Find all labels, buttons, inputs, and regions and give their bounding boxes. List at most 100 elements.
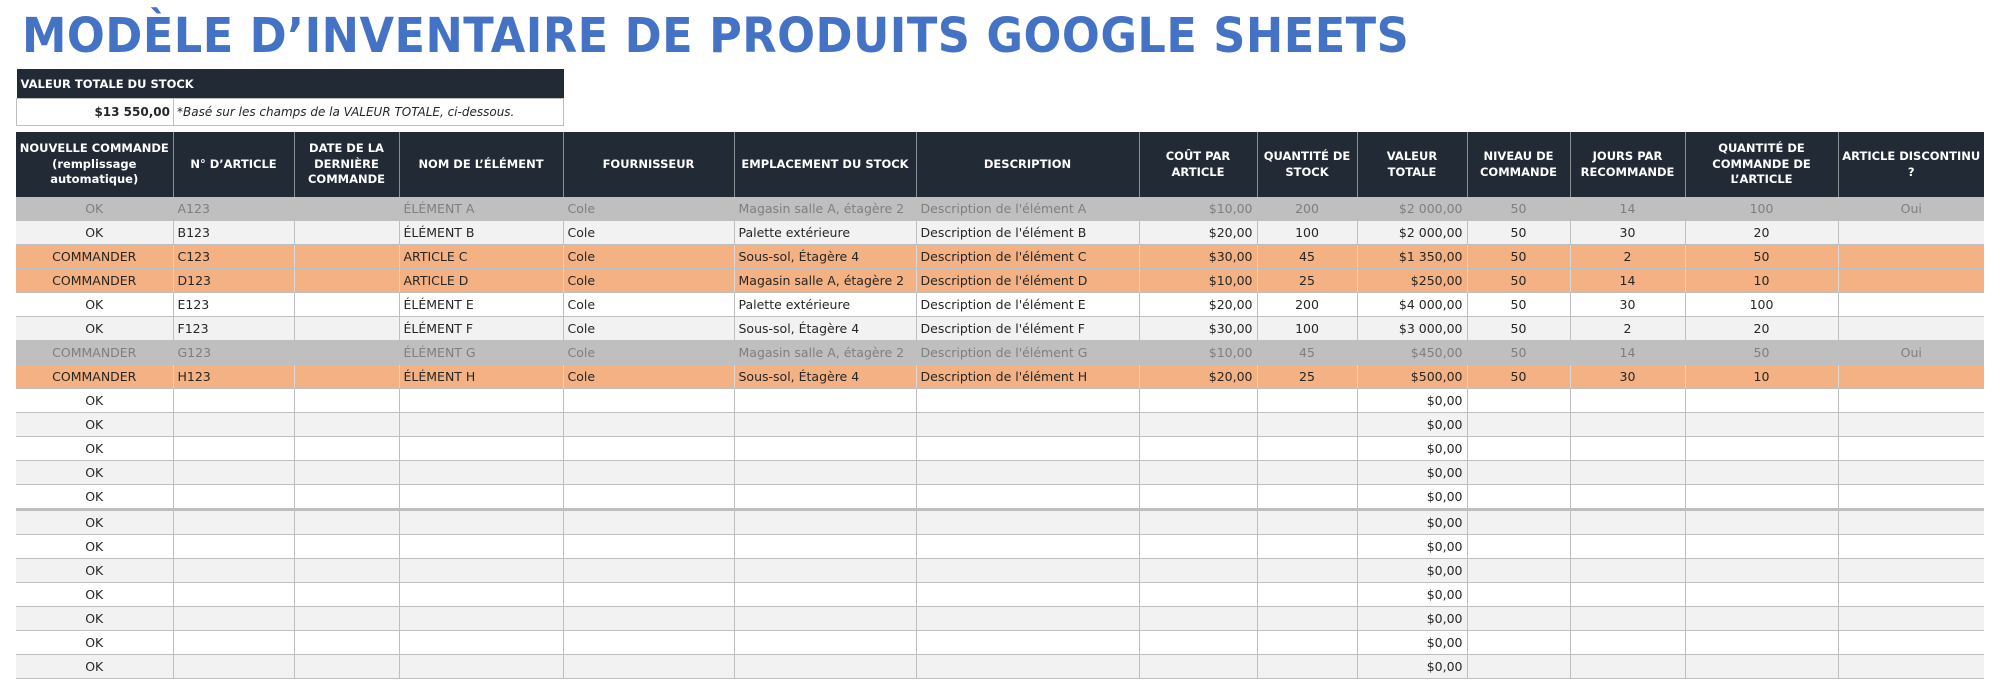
cell-item-name[interactable]: ARTICLE C	[399, 244, 564, 269]
cell-item-number[interactable]	[173, 582, 295, 607]
cell-reorder-status[interactable]: OK	[16, 197, 174, 221]
cell-reorder-days[interactable]	[1570, 484, 1686, 511]
cell-description[interactable]: Description de l'élément H	[916, 364, 1140, 389]
cell-total-value[interactable]: $0,00	[1357, 412, 1468, 437]
cell-item-name[interactable]	[399, 484, 564, 511]
cell-last-order-date[interactable]	[294, 292, 400, 317]
cell-discontinued[interactable]	[1838, 582, 1984, 607]
col-header-location[interactable]: EMPLACEMENT DU STOCK	[734, 132, 917, 197]
col-header-item-number[interactable]: N° D’ARTICLE	[173, 132, 295, 197]
cell-location[interactable]	[734, 582, 917, 607]
col-header-total-value[interactable]: VALEUR TOTALE	[1357, 132, 1468, 197]
cell-item-name[interactable]: ARTICLE D	[399, 268, 564, 293]
cell-location[interactable]	[734, 484, 917, 511]
cell-last-order-date[interactable]	[294, 460, 400, 485]
cell-item-number[interactable]	[173, 534, 295, 559]
cell-total-value[interactable]: $0,00	[1357, 654, 1468, 679]
cell-reorder-level[interactable]: 50	[1467, 292, 1571, 317]
cell-item-number[interactable]	[173, 460, 295, 485]
cell-description[interactable]	[916, 558, 1140, 583]
cell-total-value[interactable]: $0,00	[1357, 509, 1468, 535]
cell-discontinued[interactable]	[1838, 436, 1984, 461]
cell-unit-cost[interactable]	[1139, 558, 1258, 583]
cell-reorder-days[interactable]: 14	[1570, 197, 1686, 221]
cell-reorder-days[interactable]	[1570, 509, 1686, 535]
cell-reorder-level[interactable]	[1467, 630, 1571, 655]
cell-location[interactable]	[734, 388, 917, 413]
cell-discontinued[interactable]	[1838, 316, 1984, 341]
cell-discontinued[interactable]	[1838, 220, 1984, 245]
cell-total-value[interactable]: $500,00	[1357, 364, 1468, 389]
cell-item-number[interactable]: C123	[173, 244, 295, 269]
cell-item-number[interactable]: F123	[173, 316, 295, 341]
cell-stock-qty[interactable]: 200	[1257, 292, 1358, 317]
cell-reorder-status[interactable]: OK	[16, 509, 174, 535]
col-header-supplier[interactable]: FOURNISSEUR	[563, 132, 735, 197]
cell-order-qty[interactable]	[1685, 460, 1839, 485]
cell-order-qty[interactable]: 20	[1685, 220, 1839, 245]
cell-supplier[interactable]	[563, 509, 735, 535]
cell-last-order-date[interactable]	[294, 484, 400, 511]
cell-last-order-date[interactable]	[294, 606, 400, 631]
cell-item-name[interactable]	[399, 534, 564, 559]
cell-location[interactable]: Palette extérieure	[734, 220, 917, 245]
cell-reorder-days[interactable]	[1570, 582, 1686, 607]
cell-supplier[interactable]	[563, 558, 735, 583]
cell-total-value[interactable]: $250,00	[1357, 268, 1468, 293]
cell-order-qty[interactable]	[1685, 436, 1839, 461]
cell-discontinued[interactable]	[1838, 460, 1984, 485]
cell-item-name[interactable]	[399, 582, 564, 607]
cell-total-value[interactable]: $3 000,00	[1357, 316, 1468, 341]
cell-item-name[interactable]: ÉLÉMENT F	[399, 316, 564, 341]
cell-total-value[interactable]: $0,00	[1357, 582, 1468, 607]
cell-item-number[interactable]: A123	[173, 197, 295, 221]
cell-reorder-level[interactable]	[1467, 582, 1571, 607]
cell-stock-qty[interactable]: 25	[1257, 268, 1358, 293]
cell-last-order-date[interactable]	[294, 364, 400, 389]
cell-reorder-status[interactable]: OK	[16, 388, 174, 413]
cell-reorder-days[interactable]	[1570, 654, 1686, 679]
cell-description[interactable]	[916, 630, 1140, 655]
cell-description[interactable]	[916, 436, 1140, 461]
cell-location[interactable]	[734, 436, 917, 461]
cell-reorder-status[interactable]: COMMANDER	[16, 364, 174, 389]
cell-last-order-date[interactable]	[294, 436, 400, 461]
cell-reorder-level[interactable]: 50	[1467, 268, 1571, 293]
cell-item-number[interactable]	[173, 436, 295, 461]
cell-reorder-level[interactable]	[1467, 534, 1571, 559]
cell-item-number[interactable]	[173, 606, 295, 631]
cell-stock-qty[interactable]	[1257, 654, 1358, 679]
cell-reorder-days[interactable]: 2	[1570, 316, 1686, 341]
cell-supplier[interactable]	[563, 460, 735, 485]
cell-location[interactable]	[734, 412, 917, 437]
cell-reorder-days[interactable]: 30	[1570, 292, 1686, 317]
cell-location[interactable]	[734, 460, 917, 485]
cell-reorder-days[interactable]	[1570, 436, 1686, 461]
cell-supplier[interactable]	[563, 484, 735, 511]
cell-total-value[interactable]: $0,00	[1357, 460, 1468, 485]
cell-order-qty[interactable]	[1685, 630, 1839, 655]
cell-stock-qty[interactable]: 100	[1257, 316, 1358, 341]
cell-item-name[interactable]: ÉLÉMENT G	[399, 340, 564, 365]
cell-unit-cost[interactable]	[1139, 606, 1258, 631]
col-header-description[interactable]: DESCRIPTION	[916, 132, 1140, 197]
cell-discontinued[interactable]	[1838, 606, 1984, 631]
summary-total-value[interactable]: $13 550,00	[16, 98, 174, 126]
cell-item-name[interactable]	[399, 630, 564, 655]
cell-location[interactable]: Sous-sol, Étagère 4	[734, 244, 917, 269]
cell-reorder-level[interactable]	[1467, 558, 1571, 583]
cell-item-number[interactable]	[173, 654, 295, 679]
cell-order-qty[interactable]	[1685, 484, 1839, 511]
cell-unit-cost[interactable]	[1139, 484, 1258, 511]
cell-discontinued[interactable]	[1838, 268, 1984, 293]
cell-item-name[interactable]: ÉLÉMENT B	[399, 220, 564, 245]
cell-unit-cost[interactable]: $20,00	[1139, 364, 1258, 389]
cell-reorder-days[interactable]	[1570, 534, 1686, 559]
cell-description[interactable]: Description de l'élément E	[916, 292, 1140, 317]
cell-stock-qty[interactable]	[1257, 606, 1358, 631]
col-header-unit-cost[interactable]: COÛT PAR ARTICLE	[1139, 132, 1258, 197]
cell-description[interactable]: Description de l'élément B	[916, 220, 1140, 245]
cell-supplier[interactable]	[563, 630, 735, 655]
cell-discontinued[interactable]	[1838, 364, 1984, 389]
cell-item-number[interactable]	[173, 388, 295, 413]
